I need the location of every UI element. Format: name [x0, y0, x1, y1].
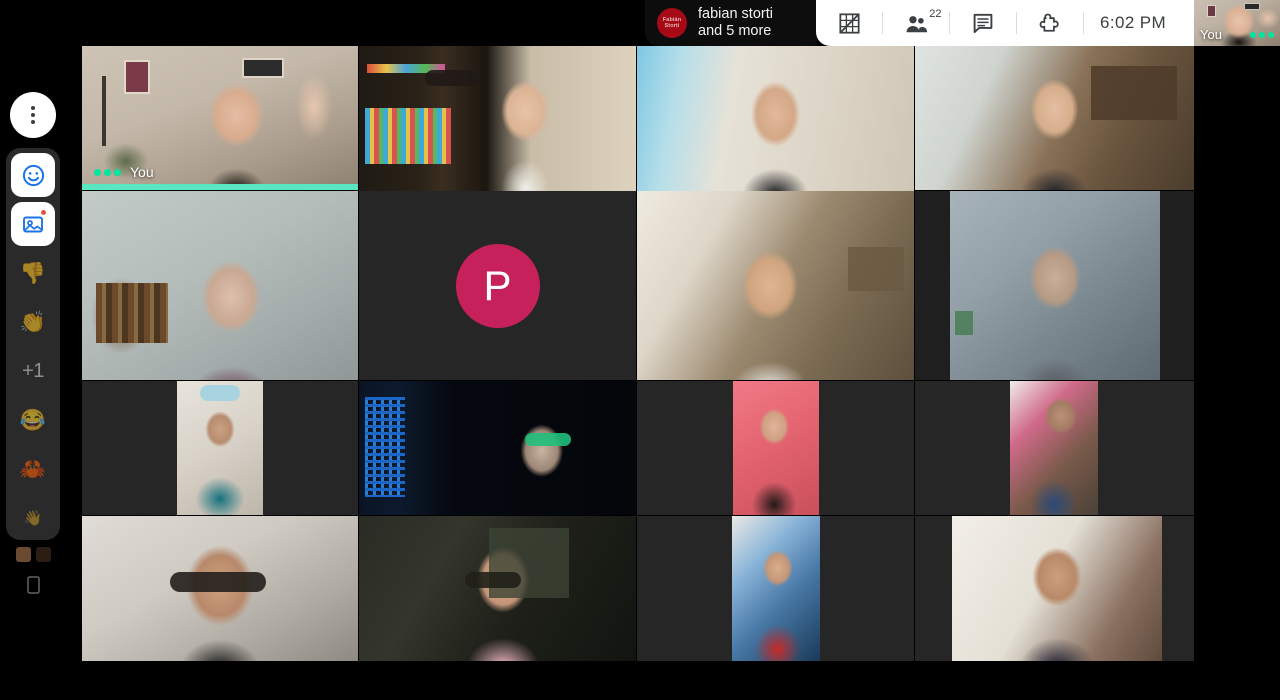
puzzle-icon: [1039, 13, 1059, 32]
tile-label-wrap: You: [94, 164, 154, 180]
crab-icon: 🦀: [19, 457, 47, 481]
participant-video: [1010, 381, 1098, 515]
tile-label: You: [130, 164, 154, 180]
video-tile[interactable]: [359, 381, 636, 515]
speaker-name-wrap: fabian storti and 5 more: [698, 6, 773, 40]
device-icon[interactable]: [26, 576, 40, 598]
chat-button[interactable]: [950, 0, 1016, 46]
video-tile[interactable]: [915, 381, 1194, 515]
wave-hand-icon: 👋: [23, 509, 43, 527]
thumbs-down-icon: 👎: [19, 261, 47, 285]
skin-tone-dark-swatch[interactable]: [35, 547, 51, 562]
participant-video: [177, 381, 263, 515]
participant-video: [732, 516, 820, 661]
crab-button[interactable]: 🦀: [11, 447, 55, 491]
wave-hand-button[interactable]: 👋: [11, 496, 55, 540]
skin-tone-medium-swatch[interactable]: [15, 547, 31, 562]
speaking-indicator-icon: [94, 168, 121, 176]
decor-glasses: [170, 572, 266, 592]
video-tile[interactable]: [637, 516, 914, 661]
decor-plant: [955, 311, 973, 335]
dot: [31, 113, 35, 117]
meeting-window: You P 👎 👏 +1 😂 🦀 👋 Fabián Storti fabian …: [0, 0, 1280, 700]
decor-lamp: [102, 76, 106, 146]
decor-shelf: [848, 247, 904, 291]
laughing-button[interactable]: 😂: [11, 398, 55, 442]
self-view-label: You: [1200, 27, 1222, 42]
more-options-button[interactable]: [10, 92, 56, 138]
decor-bookshelf: [96, 283, 168, 343]
meeting-clock: 6:02 PM: [1100, 13, 1167, 32]
decor-object: [200, 385, 240, 401]
effects-button[interactable]: [11, 202, 55, 246]
participants-count: 22: [929, 7, 942, 20]
plus-one-icon: +1: [22, 360, 44, 382]
video-tile[interactable]: [637, 381, 914, 515]
video-tile[interactable]: [637, 46, 914, 194]
decor-glasses: [425, 70, 479, 86]
speaking-indicator-icon: [1250, 32, 1274, 38]
laughing-icon: 😂: [19, 408, 47, 432]
video-tile[interactable]: You: [82, 46, 358, 190]
dot: [31, 106, 35, 110]
decor-glasses: [525, 433, 571, 446]
decor-frame: [242, 58, 284, 78]
speaker-avatar-line2: Storti: [664, 23, 680, 29]
plus-one-button[interactable]: +1: [11, 349, 55, 393]
participants-wrap: 22: [904, 8, 942, 36]
self-view-thumbnail[interactable]: You: [1194, 0, 1280, 46]
decor-furniture: [1091, 66, 1177, 120]
participant-video: [950, 191, 1160, 380]
clap-button[interactable]: 👏: [11, 300, 55, 344]
speaker-avatar: Fabián Storti: [657, 8, 687, 38]
grid-view-off-button[interactable]: [816, 0, 882, 46]
thumbs-down-button[interactable]: 👎: [11, 251, 55, 295]
video-tile[interactable]: [82, 516, 358, 661]
skin-tone-row: [15, 547, 51, 562]
video-tile[interactable]: [359, 46, 636, 194]
video-grid: You P: [82, 46, 1194, 661]
notification-badge: [40, 209, 47, 216]
reactions-panel: 👎 👏 +1 😂 🦀 👋: [6, 148, 60, 594]
avatar-initial: P: [483, 261, 512, 309]
video-tile[interactable]: [915, 191, 1194, 380]
participant-video: [733, 381, 819, 515]
video-tile[interactable]: [637, 191, 914, 380]
speaker-more-count: and 5 more: [698, 23, 772, 39]
dot: [31, 120, 35, 124]
participants-button[interactable]: 22: [883, 0, 949, 46]
top-bar: Fabián Storti fabian storti and 5 more 2…: [0, 0, 1280, 46]
video-tile[interactable]: P: [359, 191, 636, 380]
active-speaker-chip[interactable]: Fabián Storti fabian storti and 5 more: [645, 0, 817, 46]
speaker-name: fabian storti: [698, 6, 773, 22]
participant-avatar: P: [455, 243, 540, 328]
video-tile[interactable]: [915, 516, 1194, 661]
video-tile[interactable]: [82, 191, 358, 380]
grid-view-off-icon: [838, 12, 860, 34]
video-tile[interactable]: [915, 46, 1194, 190]
decor-books: [365, 108, 451, 164]
decor-lights: [365, 397, 405, 497]
apps-button[interactable]: [1017, 0, 1083, 46]
participant-video: [637, 46, 914, 194]
people-icon: [906, 15, 927, 32]
chat-icon: [973, 13, 993, 33]
video-tile[interactable]: [82, 381, 358, 515]
reactions-smiley-button[interactable]: [11, 153, 55, 197]
clap-icon: 👏: [19, 310, 47, 334]
decor-frame: [124, 60, 150, 94]
phone-glyph-icon: [26, 576, 40, 594]
decor-glasses: [465, 572, 521, 588]
decor-frame: [1244, 3, 1260, 10]
smiley-icon: [22, 164, 44, 186]
video-tile[interactable]: [359, 516, 636, 661]
decor-frame: [1207, 5, 1216, 17]
participant-video: [952, 516, 1162, 661]
active-speaker-bar: [82, 184, 358, 190]
